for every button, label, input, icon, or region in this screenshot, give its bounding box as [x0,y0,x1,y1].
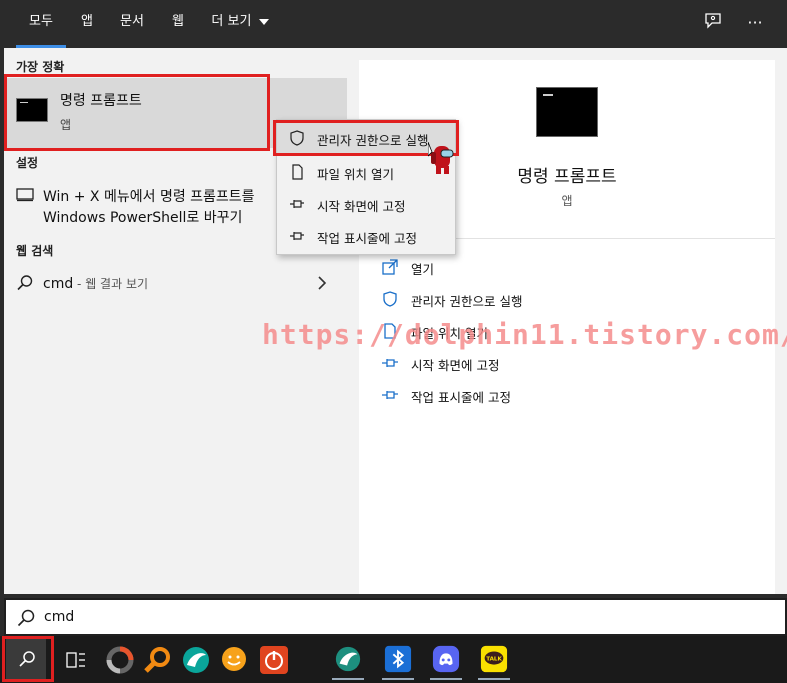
search-input[interactable]: cmd [44,609,74,625]
search-icon [17,609,35,627]
tab-web[interactable]: 웹 [164,0,192,48]
taskbar-smile-chat[interactable] [214,640,254,680]
bluetooth-app-icon [384,645,412,673]
app-ring-icon [106,646,134,674]
pin-icon [382,359,398,367]
web-search-heading: 웹 검색 [16,244,54,258]
action-pin-start[interactable]: 시작 화면에 고정 [381,352,761,376]
tab-all-label: 모두 [29,14,53,29]
ctx-pin-start[interactable]: 시작 화면에 고정 [277,188,455,220]
action-run-as-admin[interactable]: 관리자 권한으로 실행 [381,288,761,312]
pin-icon [382,391,398,399]
taskbar-app-ring[interactable] [100,640,140,680]
feedback-icon[interactable] [701,12,725,36]
command-prompt-large-icon [536,87,598,137]
tab-more-label: 더 보기 [211,14,252,29]
best-match-subtitle: 앱 [60,118,72,132]
tab-web-label: 웹 [172,14,184,29]
action-pin-taskbar-label: 작업 표시줄에 고정 [411,390,511,405]
command-prompt-app-icon [16,98,48,122]
tab-apps-label: 앱 [81,14,93,29]
running-indicator [382,678,414,680]
task-view-button[interactable] [56,640,96,680]
search-box[interactable]: cmd [4,598,787,636]
ctx-pin-start-label: 시작 화면에 고정 [317,199,406,214]
running-indicator [430,678,462,680]
action-run-as-admin-label: 관리자 권한으로 실행 [411,294,523,309]
settings-result-line2: Windows PowerShell로 바꾸기 [43,210,243,226]
chevron-right-icon[interactable] [317,276,327,290]
ctx-pin-taskbar[interactable]: 작업 표시줄에 고정 [277,220,455,252]
web-search-query: cmd - 웹 결과 보기 [43,275,148,292]
kakaotalk-icon: TALK [480,645,508,673]
web-result-suffix: - 웹 결과 보기 [73,277,149,291]
tab-more[interactable]: 더 보기 [206,0,274,48]
web-search-result-item[interactable]: cmd - 웹 결과 보기 [4,270,347,298]
monitor-icon [16,188,34,202]
settings-heading: 설정 [16,156,39,170]
action-open[interactable]: 열기 [381,256,761,280]
dolphin-app-icon [335,646,361,672]
search-tabs-bar: 모두 앱 문서 웹 더 보기 ··· [0,0,787,48]
taskbar: TALK [0,636,787,683]
discord-icon [432,645,460,673]
tab-documents-label: 문서 [120,14,144,29]
taskbar-magnifier-app[interactable] [138,640,178,680]
action-open-label: 열기 [411,262,435,277]
best-match-heading: 가장 정확 [16,60,65,74]
pin-icon [290,200,304,208]
ctx-run-as-admin-label: 관리자 권한으로 실행 [317,133,429,148]
taskbar-kakaotalk[interactable]: TALK [474,640,514,680]
search-icon [19,651,35,667]
taskbar-bluetooth-app[interactable] [378,640,418,680]
search-icon [17,275,33,291]
tab-documents[interactable]: 문서 [112,0,152,48]
file-icon [292,164,303,180]
kakaotalk-label: TALK [486,656,502,662]
ctx-pin-taskbar-label: 작업 표시줄에 고정 [317,231,417,246]
action-pin-taskbar[interactable]: 작업 표시줄에 고정 [381,384,761,408]
power-app-icon [260,646,288,674]
taskbar-dolphin-app[interactable] [176,640,216,680]
watermark-url: https://dolphin11.tistory.com/ [262,318,787,351]
shield-icon [383,291,397,307]
magnifier-app-icon [144,647,170,673]
web-query-text: cmd [43,276,74,292]
chevron-down-icon [258,18,269,25]
dolphin-app-icon [183,647,209,673]
cursor-character-icon [428,142,454,174]
taskbar-dolphin-app-2[interactable] [328,640,368,680]
tab-apps[interactable]: 앱 [72,0,102,48]
tab-all[interactable]: 모두 [16,0,66,48]
pin-icon [290,232,304,240]
more-options-icon[interactable]: ··· [743,12,767,36]
shield-icon [290,130,304,146]
ctx-open-file-location-label: 파일 위치 열기 [317,167,394,182]
best-match-title: 명령 프롬프트 [60,93,142,109]
context-menu: 관리자 권한으로 실행 파일 위치 열기 시작 화면에 고정 작업 표시줄에 고… [276,119,456,255]
taskbar-power-app[interactable] [254,640,294,680]
task-view-icon [66,652,85,668]
settings-result-line1: Win + X 메뉴에서 명령 프롬프트를 [43,189,255,205]
open-icon [382,259,398,275]
smile-chat-icon [222,647,246,671]
action-pin-start-label: 시작 화면에 고정 [411,358,500,373]
taskbar-discord[interactable] [426,640,466,680]
running-indicator [478,678,510,680]
running-indicator [332,678,364,680]
taskbar-search-button[interactable] [6,639,46,679]
